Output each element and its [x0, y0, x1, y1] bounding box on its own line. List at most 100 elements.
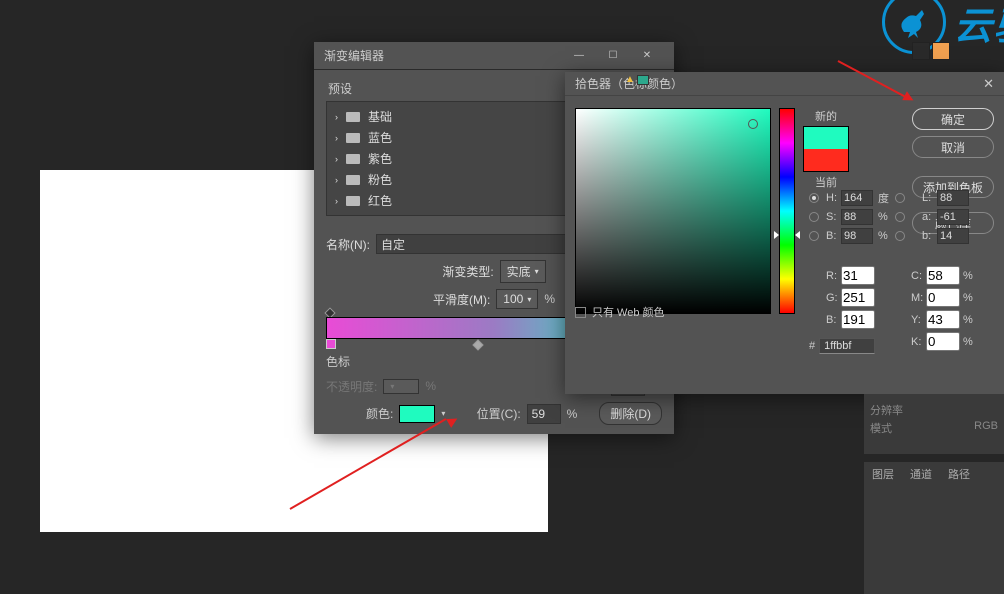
close-icon[interactable]: ✕ [630, 42, 664, 70]
l-input[interactable] [937, 190, 969, 206]
foreground-swatch[interactable] [912, 42, 930, 60]
hex-prefix: # [809, 340, 815, 352]
percent-unit: % [963, 270, 977, 282]
preset-label-text: 红色 [368, 192, 392, 209]
opacity-input: ▾ [383, 379, 419, 394]
hue-slider[interactable] [779, 108, 795, 314]
color-cursor-icon [748, 119, 758, 129]
color-picker-dialog: 拾色器（色标颜色） ✕ 新的 当前 ▲ 只有 Web 颜色 确定 [565, 72, 1004, 394]
s-input[interactable] [841, 209, 873, 225]
b2-input[interactable] [937, 228, 969, 244]
r-input[interactable] [841, 266, 875, 285]
preset-label-text: 蓝色 [368, 129, 392, 146]
dialog-title-text: 渐变编辑器 [324, 47, 384, 64]
info-panel: 分辨率 模式RGB [864, 394, 1004, 454]
delete-stop-button[interactable]: 删除(D) [599, 402, 662, 425]
smoothness-input[interactable]: 100▾ [496, 289, 538, 309]
hue-radio[interactable] [809, 193, 819, 203]
bv-label: B: [826, 230, 838, 242]
percent-unit: % [878, 230, 892, 242]
close-icon[interactable]: ✕ [983, 76, 994, 92]
h-input[interactable] [841, 190, 873, 206]
dialog-titlebar[interactable]: 渐变编辑器 — ☐ ✕ [314, 42, 674, 70]
chevron-down-icon: ▾ [390, 382, 394, 391]
bv-input[interactable] [841, 228, 873, 244]
tab-paths[interactable]: 路径 [940, 462, 978, 486]
name-label: 名称(N): [326, 236, 370, 253]
y-label: Y: [911, 314, 923, 326]
chevron-right-icon: › [335, 154, 338, 164]
chevron-down-icon[interactable]: ▾ [441, 409, 445, 418]
folder-icon [346, 196, 360, 206]
current-color-swatch[interactable] [804, 149, 848, 171]
gamut-warning-icon[interactable]: ▲ [625, 74, 635, 85]
midpoint-stop[interactable] [472, 339, 483, 350]
a-radio[interactable] [895, 212, 905, 222]
chevron-down-icon: ▾ [527, 295, 531, 304]
opacity-label: 不透明度: [326, 378, 377, 395]
mode-value: RGB [974, 420, 998, 436]
percent-unit: % [425, 379, 436, 393]
preset-label-text: 粉色 [368, 171, 392, 188]
minimize-icon[interactable]: — [562, 42, 596, 70]
gradient-type-select[interactable]: 实底▾ [500, 260, 546, 283]
s-label: S: [826, 211, 838, 223]
folder-icon [346, 154, 360, 164]
chevron-right-icon: › [335, 133, 338, 143]
hex-input[interactable] [819, 338, 875, 354]
gamut-swatch[interactable] [637, 75, 649, 85]
tab-channels[interactable]: 通道 [902, 462, 940, 486]
k-input[interactable] [926, 332, 960, 351]
b2-radio[interactable] [895, 231, 905, 241]
watermark-text: 云驼 [954, 0, 1004, 50]
percent-unit: % [963, 314, 977, 326]
percent-unit: % [963, 336, 977, 348]
b-radio[interactable] [809, 231, 819, 241]
color-position-input[interactable] [527, 404, 561, 424]
percent-unit: % [567, 407, 578, 421]
m-label: M: [911, 292, 923, 304]
c-input[interactable] [926, 266, 960, 285]
preset-label: 预设 [328, 80, 352, 97]
smooth-label: 平滑度(M): [433, 291, 490, 308]
s-radio[interactable] [809, 212, 819, 222]
preset-label-text: 紫色 [368, 150, 392, 167]
chevron-right-icon: › [335, 112, 338, 122]
ok-button[interactable]: 确定 [912, 108, 994, 130]
g-input[interactable] [841, 288, 875, 307]
layers-panel: 图层 通道 路径 [864, 462, 1004, 594]
current-color-label: 当前 [815, 174, 837, 190]
background-swatch[interactable] [932, 42, 950, 60]
m-input[interactable] [926, 288, 960, 307]
folder-icon [346, 175, 360, 185]
blue-input[interactable] [841, 310, 875, 329]
l-radio[interactable] [895, 193, 905, 203]
web-only-checkbox[interactable] [575, 307, 586, 318]
select-value: 实底 [507, 263, 531, 280]
a-input[interactable] [937, 209, 969, 225]
maximize-icon[interactable]: ☐ [596, 42, 630, 70]
percent-unit: % [878, 211, 892, 223]
web-only-label: 只有 Web 颜色 [592, 304, 665, 320]
color-field[interactable] [575, 108, 771, 314]
degree-unit: 度 [878, 190, 892, 206]
cancel-button[interactable]: 取消 [912, 136, 994, 158]
new-color-label: 新的 [815, 108, 837, 124]
color-label: 颜色: [366, 405, 393, 422]
b2-label: b: [922, 230, 934, 242]
color-swatch-button[interactable] [399, 405, 435, 423]
web-only-checkbox-row: 只有 Web 颜色 [575, 304, 665, 320]
position-c-label: 位置(C): [477, 405, 521, 422]
hue-indicator-left-icon [774, 231, 779, 239]
y-input[interactable] [926, 310, 960, 329]
mode-label: 模式 [870, 420, 892, 436]
g-label: G: [826, 292, 838, 304]
preset-label-text: 基础 [368, 108, 392, 125]
c-label: C: [911, 270, 923, 282]
h-label: H: [826, 192, 838, 204]
hue-indicator-right-icon [795, 231, 800, 239]
tab-layers[interactable]: 图层 [864, 462, 902, 486]
color-stop-left[interactable] [326, 339, 336, 349]
folder-icon [346, 112, 360, 122]
a-label: a: [922, 211, 934, 223]
